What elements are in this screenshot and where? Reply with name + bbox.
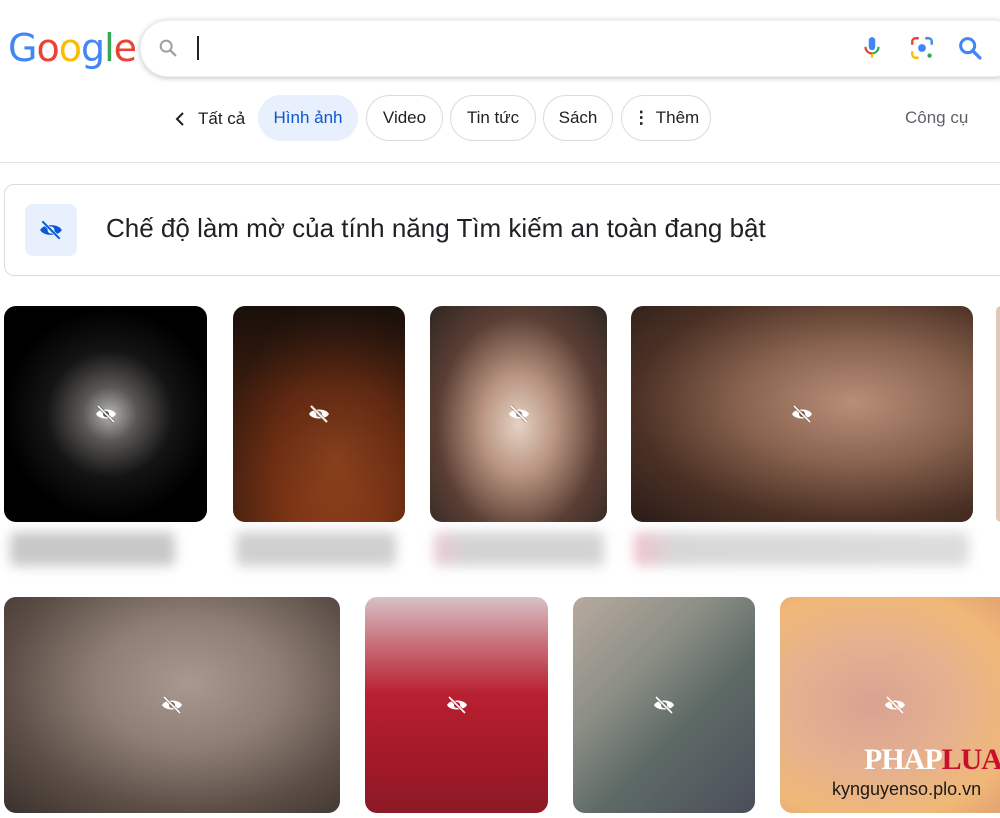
eye-off-icon xyxy=(654,695,674,715)
tab-books-label: Sách xyxy=(558,108,598,127)
back-to-all-link[interactable]: Tất cả xyxy=(174,104,245,134)
header-divider xyxy=(0,162,1000,163)
tab-news-label: Tin tức xyxy=(466,108,520,127)
google-logo[interactable]: Google xyxy=(8,26,137,70)
tab-books[interactable]: Sách xyxy=(543,95,613,141)
tab-news[interactable]: Tin tức xyxy=(450,95,536,141)
image-result[interactable] xyxy=(233,306,405,522)
search-icon xyxy=(159,39,177,57)
tab-images-label: Hình ảnh xyxy=(273,108,343,127)
eye-off-icon xyxy=(309,404,329,424)
lens-icon[interactable] xyxy=(909,35,935,61)
result-caption xyxy=(434,532,604,566)
eye-off-icon xyxy=(885,695,905,715)
tab-more[interactable]: ⋮ Thêm xyxy=(621,95,711,141)
image-result[interactable] xyxy=(573,597,755,813)
logo-letter-o1: o xyxy=(36,26,59,70)
tools-button[interactable]: Công cụ xyxy=(905,108,968,128)
result-caption xyxy=(10,532,175,566)
watermark-brand-right: LUAT xyxy=(941,743,1000,776)
logo-letter-g: G xyxy=(8,26,37,70)
back-label: Tất cả xyxy=(198,109,246,128)
logo-letter-o2: o xyxy=(58,26,82,70)
eye-off-icon xyxy=(40,220,62,240)
search-bar[interactable] xyxy=(140,20,1000,77)
eye-off-icon xyxy=(446,695,467,715)
eye-off-icon xyxy=(95,404,116,424)
image-result[interactable] xyxy=(996,306,1000,522)
tab-video-label: Video xyxy=(382,108,427,127)
watermark-site: kynguyenso.plo.vn xyxy=(832,779,982,799)
eye-off-icon xyxy=(508,404,529,424)
result-caption xyxy=(634,532,969,566)
mic-icon[interactable] xyxy=(859,35,885,61)
chevron-left-icon xyxy=(175,112,184,126)
image-result[interactable] xyxy=(4,597,340,813)
safe-search-banner: Chế độ làm mờ của tính năng Tìm kiếm an … xyxy=(4,184,1000,276)
image-result[interactable] xyxy=(631,306,973,522)
result-caption xyxy=(236,532,396,566)
banner-icon-box xyxy=(25,204,77,256)
tab-images[interactable]: Hình ảnh xyxy=(258,95,358,141)
image-result[interactable] xyxy=(430,306,607,522)
more-vert-icon: ⋮ xyxy=(632,108,650,127)
eye-off-icon xyxy=(792,404,812,424)
watermark-brand-left: PHAP xyxy=(864,743,943,776)
watermark-logo: PHAPLUAT xyxy=(864,744,1000,776)
image-result[interactable] xyxy=(4,306,207,522)
logo-letter-e: e xyxy=(113,26,137,70)
image-result[interactable] xyxy=(365,597,548,813)
search-submit-icon[interactable] xyxy=(956,34,984,62)
logo-letter-l: l xyxy=(104,26,115,70)
tab-more-label: Thêm xyxy=(655,108,700,127)
tab-video[interactable]: Video xyxy=(366,95,443,141)
logo-letter-g2: g xyxy=(80,26,105,70)
eye-off-icon xyxy=(162,695,182,715)
search-input[interactable] xyxy=(197,36,199,60)
safe-search-message: Chế độ làm mờ của tính năng Tìm kiếm an … xyxy=(106,213,766,243)
